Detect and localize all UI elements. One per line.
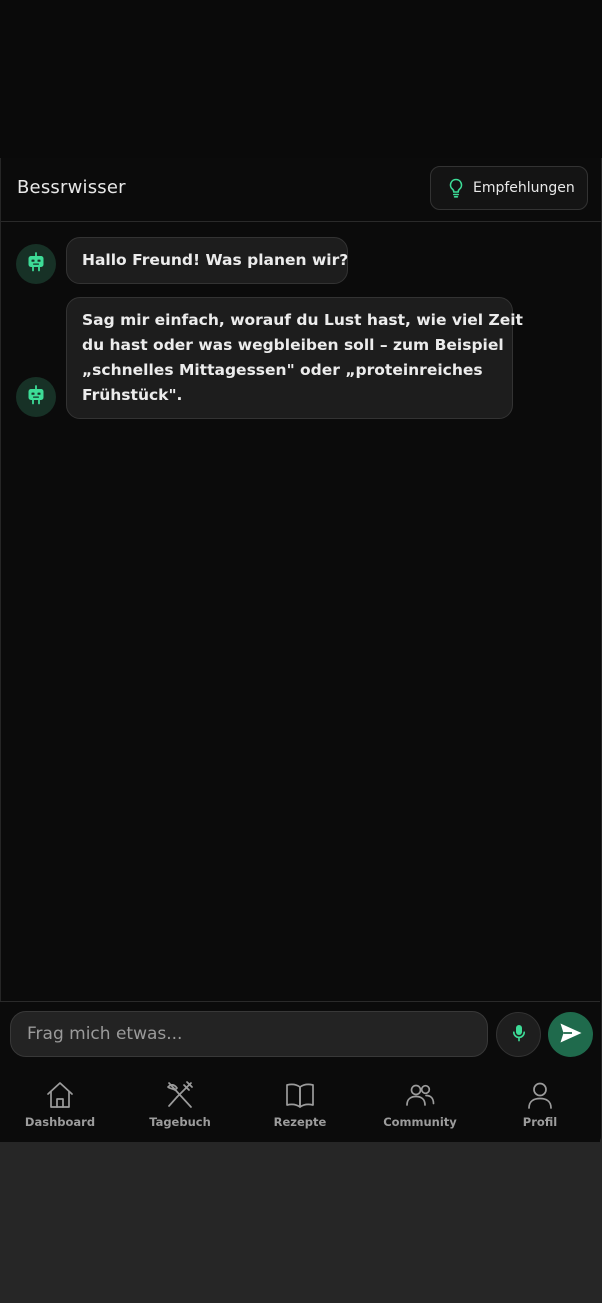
- message-bubble: Hallo Freund! Was planen wir?: [66, 237, 348, 284]
- page-title: Bessrwisser: [17, 177, 126, 198]
- message-line: du hast oder was wegbleiben soll – zum B…: [82, 336, 504, 354]
- message-bubble: Sag mir einfach, worauf du Lust hast, wi…: [66, 297, 523, 419]
- recommendations-label: Empfehlungen: [473, 180, 575, 196]
- lightbulb-icon: [447, 178, 465, 198]
- nav-label: Tagebuch: [149, 1115, 211, 1129]
- home-icon: [45, 1080, 75, 1110]
- utensils-icon: [165, 1080, 195, 1110]
- nav-item-dashboard[interactable]: Dashboard: [0, 1065, 120, 1142]
- bot-avatar: [16, 244, 56, 284]
- send-icon: [559, 1022, 583, 1048]
- microphone-icon: [512, 1024, 526, 1046]
- message-line: Frühstück".: [82, 386, 183, 404]
- users-icon: [405, 1080, 435, 1110]
- message-line: „schnelles Mittagessen" oder „proteinrei…: [82, 361, 483, 379]
- page: Bessrwisser Empfehlungen Hallo Freund! W…: [0, 0, 602, 1303]
- book-icon: [285, 1080, 315, 1110]
- nav-item-tagebuch[interactable]: Tagebuch: [120, 1065, 240, 1142]
- status-area: [0, 0, 602, 158]
- chat-input[interactable]: [10, 1011, 488, 1057]
- user-icon: [525, 1080, 555, 1110]
- chat-composer: [0, 1001, 600, 1066]
- microphone-button[interactable]: [496, 1012, 541, 1057]
- chat-header: Bessrwisser Empfehlungen: [1, 158, 601, 222]
- message-line: Sag mir einfach, worauf du Lust hast, wi…: [82, 311, 523, 329]
- recommendations-button[interactable]: Empfehlungen: [430, 166, 588, 210]
- bottom-nav: Dashboard Tagebuch Rezepte Community Pro…: [0, 1065, 600, 1142]
- robot-icon: [25, 384, 47, 410]
- nav-label: Community: [383, 1115, 457, 1129]
- nav-item-rezepte[interactable]: Rezepte: [240, 1065, 360, 1142]
- nav-item-profil[interactable]: Profil: [480, 1065, 600, 1142]
- nav-label: Dashboard: [24, 1115, 96, 1129]
- nav-label: Profil: [522, 1115, 558, 1129]
- nav-item-community[interactable]: Community: [360, 1065, 480, 1142]
- nav-label: Rezepte: [273, 1115, 327, 1129]
- robot-icon: [25, 251, 47, 277]
- send-button[interactable]: [548, 1012, 593, 1057]
- bot-avatar: [16, 377, 56, 417]
- message-text: Hallo Freund! Was planen wir?: [82, 251, 349, 269]
